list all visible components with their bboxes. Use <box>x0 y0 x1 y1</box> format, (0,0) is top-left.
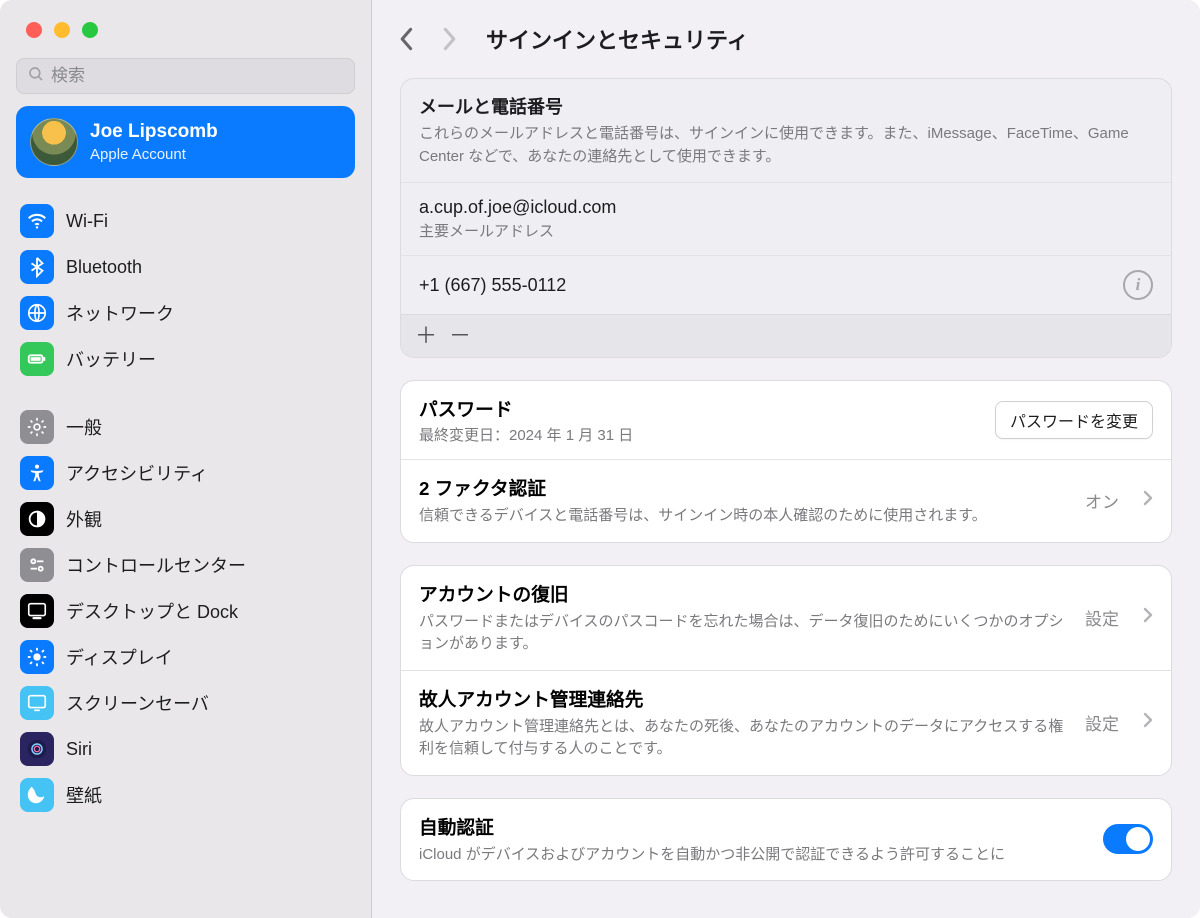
password-heading: パスワード <box>419 395 979 422</box>
panel-recovery-legacy: アカウントの復旧 パスワードまたはデバイスのパスコードを忘れた場合は、データ復旧… <box>400 565 1172 776</box>
bluetooth-icon <box>20 250 54 284</box>
back-button[interactable] <box>396 28 418 50</box>
minus-icon[interactable]: － <box>449 325 467 347</box>
account-subtitle: Apple Account <box>90 145 218 165</box>
display-icon <box>20 640 54 674</box>
sidebar-list: Wi-Fi Bluetooth ネットワーク バッテリー <box>0 198 371 818</box>
chevron-right-icon <box>1143 606 1153 629</box>
page-title: サインインとセキュリティ <box>486 23 749 55</box>
sidebar-item-label: 一般 <box>66 414 102 440</box>
sidebar: Joe Lipscomb Apple Account Wi-Fi Bluetoo… <box>0 0 372 918</box>
legacy-heading: 故人アカウント管理連絡先 <box>419 685 1069 712</box>
email-subtitle: 主要メールアドレス <box>419 220 1153 241</box>
accessibility-icon <box>20 456 54 490</box>
row-legacy-contact[interactable]: 故人アカウント管理連絡先 故人アカウント管理連絡先とは、あなたの死後、あなたのア… <box>401 670 1171 775</box>
row-primary-email[interactable]: a.cup.of.joe@icloud.com 主要メールアドレス <box>401 182 1171 255</box>
legacy-description: 故人アカウント管理連絡先とは、あなたの死後、あなたのアカウントのデータにアクセス… <box>419 716 1069 761</box>
twofactor-status: オン <box>1085 488 1119 513</box>
wifi-icon <box>20 204 54 238</box>
sidebar-item-bluetooth[interactable]: Bluetooth <box>16 244 355 290</box>
screensaver-icon <box>20 686 54 720</box>
settings-window: Joe Lipscomb Apple Account Wi-Fi Bluetoo… <box>0 0 1200 918</box>
sidebar-item-label: Bluetooth <box>66 257 142 278</box>
sidebar-item-label: コントロールセンター <box>66 552 246 578</box>
sidebar-item-network[interactable]: ネットワーク <box>16 290 355 336</box>
auto-verify-toggle[interactable] <box>1103 824 1153 854</box>
section-heading: メールと電話番号 <box>419 93 1153 119</box>
search-field[interactable] <box>16 58 355 94</box>
legacy-status: 設定 <box>1085 710 1119 735</box>
network-icon <box>20 296 54 330</box>
sidebar-item-label: 壁紙 <box>66 782 102 808</box>
main-pane: サインインとセキュリティ メールと電話番号 これらのメールアドレスと電話番号は、… <box>372 0 1200 918</box>
forward-button[interactable] <box>438 28 460 50</box>
control-center-icon <box>20 548 54 582</box>
sidebar-item-wallpaper[interactable]: 壁紙 <box>16 772 355 818</box>
panel-email-phone: メールと電話番号 これらのメールアドレスと電話番号は、サインインに使用できます。… <box>400 78 1172 358</box>
plus-icon[interactable]: ＋ <box>415 325 433 347</box>
info-icon[interactable]: i <box>1123 270 1153 300</box>
twofactor-description: 信頼できるデバイスと電話番号は、サインイン時の本人確認のために使用されます。 <box>419 505 1069 528</box>
sidebar-item-general[interactable]: 一般 <box>16 404 355 450</box>
sidebar-item-appearance[interactable]: 外観 <box>16 496 355 542</box>
sidebar-item-screensaver[interactable]: スクリーンセーバ <box>16 680 355 726</box>
sidebar-item-wifi[interactable]: Wi-Fi <box>16 198 355 244</box>
sidebar-item-desktop-dock[interactable]: デスクトップと Dock <box>16 588 355 634</box>
recovery-description: パスワードまたはデバイスのパスコードを忘れた場合は、データ復旧のためにいくつかの… <box>419 611 1069 656</box>
sidebar-item-label: Wi-Fi <box>66 211 108 232</box>
row-phone[interactable]: +1 (667) 555-0112 i <box>401 255 1171 314</box>
minimize-window-button[interactable] <box>54 22 70 38</box>
chevron-right-icon <box>1143 711 1153 734</box>
autoverify-heading: 自動認証 <box>419 813 1087 840</box>
window-controls <box>0 0 371 58</box>
sidebar-item-displays[interactable]: ディスプレイ <box>16 634 355 680</box>
search-input[interactable] <box>51 66 344 86</box>
section-description: これらのメールアドレスと電話番号は、サインインに使用できます。また、iMessa… <box>419 123 1153 168</box>
sidebar-item-siri[interactable]: Siri <box>16 726 355 772</box>
sidebar-item-label: アクセシビリティ <box>66 460 208 486</box>
battery-icon <box>20 342 54 376</box>
row-two-factor[interactable]: 2 ファクタ認証 信頼できるデバイスと電話番号は、サインイン時の本人確認のために… <box>401 459 1171 542</box>
row-account-recovery[interactable]: アカウントの復旧 パスワードまたはデバイスのパスコードを忘れた場合は、データ復旧… <box>401 566 1171 670</box>
avatar <box>30 118 78 166</box>
sidebar-item-battery[interactable]: バッテリー <box>16 336 355 382</box>
dock-icon <box>20 594 54 628</box>
titlebar: サインインとセキュリティ <box>372 0 1200 78</box>
twofactor-heading: 2 ファクタ認証 <box>419 474 1069 501</box>
password-last-changed: 最終変更日：2024 年 1 月 31 日 <box>419 424 979 445</box>
search-icon <box>27 65 51 88</box>
appearance-icon <box>20 502 54 536</box>
add-remove-bar: ＋ － <box>401 314 1171 357</box>
change-password-button[interactable]: パスワードを変更 <box>995 401 1153 439</box>
close-window-button[interactable] <box>26 22 42 38</box>
email-value: a.cup.of.joe@icloud.com <box>419 197 1153 218</box>
sidebar-item-control-center[interactable]: コントロールセンター <box>16 542 355 588</box>
sidebar-item-label: 外観 <box>66 506 102 532</box>
sidebar-item-label: スクリーンセーバ <box>66 690 209 716</box>
siri-icon <box>20 732 54 766</box>
wallpaper-icon <box>20 778 54 812</box>
row-password: パスワード 最終変更日：2024 年 1 月 31 日 パスワードを変更 <box>401 381 1171 459</box>
row-auto-verify: 自動認証 iCloud がデバイスおよびアカウントを自動かつ非公開で認証できるよ… <box>401 799 1171 881</box>
recovery-heading: アカウントの復旧 <box>419 580 1069 607</box>
autoverify-description: iCloud がデバイスおよびアカウントを自動かつ非公開で認証できるよう許可する… <box>419 844 1087 867</box>
sidebar-item-label: デスクトップと Dock <box>66 598 238 624</box>
sidebar-item-label: Siri <box>66 739 92 760</box>
panel-password-2fa: パスワード 最終変更日：2024 年 1 月 31 日 パスワードを変更 2 フ… <box>400 380 1172 543</box>
gear-icon <box>20 410 54 444</box>
sidebar-item-label: ディスプレイ <box>66 644 173 670</box>
recovery-status: 設定 <box>1085 605 1119 630</box>
sidebar-item-label: バッテリー <box>66 346 156 372</box>
panel-auto-verify: 自動認証 iCloud がデバイスおよびアカウントを自動かつ非公開で認証できるよ… <box>400 798 1172 882</box>
fullscreen-window-button[interactable] <box>82 22 98 38</box>
sidebar-item-accessibility[interactable]: アクセシビリティ <box>16 450 355 496</box>
account-name: Joe Lipscomb <box>90 120 218 145</box>
sidebar-item-label: ネットワーク <box>66 300 174 326</box>
sidebar-item-apple-account[interactable]: Joe Lipscomb Apple Account <box>16 106 355 178</box>
chevron-right-icon <box>1143 489 1153 512</box>
phone-value: +1 (667) 555-0112 <box>419 275 1107 296</box>
